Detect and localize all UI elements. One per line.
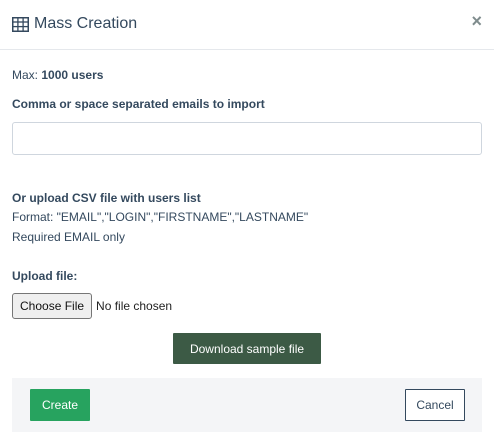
max-users-line: Max: 1000 users (12, 68, 103, 83)
csv-heading: Or upload CSV file with users list (12, 191, 201, 205)
close-icon[interactable]: × (471, 12, 482, 30)
emails-label: Comma or space separated emails to impor… (12, 97, 265, 111)
cancel-button[interactable]: Cancel (405, 389, 465, 421)
csv-format-text: Format: "EMAIL","LOGIN","FIRSTNAME","LAS… (12, 210, 309, 224)
create-button[interactable]: Create (30, 389, 90, 421)
file-status: No file chosen (96, 299, 173, 313)
table-icon (12, 16, 29, 32)
choose-file-button[interactable]: Choose File (12, 293, 93, 319)
max-value: 1000 users (41, 68, 104, 82)
download-sample-button[interactable]: Download sample file (173, 333, 321, 364)
file-upload: Choose File No file chosen (12, 293, 172, 319)
emails-input[interactable] (12, 122, 482, 155)
upload-label: Upload file: (12, 269, 78, 283)
modal-title-text: Mass Creation (34, 15, 138, 32)
modal-header: Mass Creation × (0, 0, 494, 50)
csv-required-text: Required EMAIL only (12, 230, 125, 244)
modal-title: Mass Creation (12, 13, 137, 35)
modal-footer: Create Cancel (12, 378, 482, 432)
max-label: Max: (12, 68, 39, 82)
